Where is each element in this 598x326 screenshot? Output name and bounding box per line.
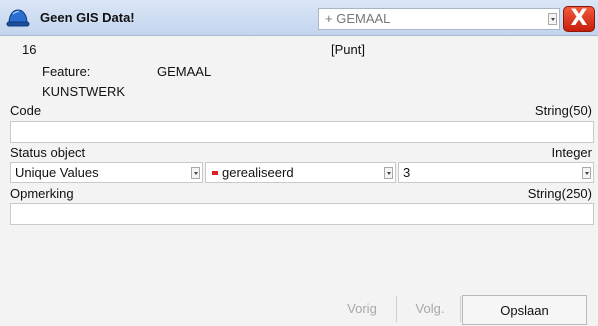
status-code-select[interactable]: 3 [398, 162, 594, 183]
geometry-type: [Punt] [331, 42, 365, 57]
save-button[interactable]: Opslaan [462, 295, 587, 325]
status-object-label: Status object [10, 145, 86, 160]
value-mode-value: Unique Values [15, 165, 99, 180]
hard-hat-icon [6, 9, 30, 27]
next-button[interactable]: Volg. [398, 294, 462, 324]
status-code-value: 3 [403, 165, 411, 180]
feature-subtype: KUNSTWERK [42, 84, 126, 99]
status-value-label: gerealiseerd [222, 165, 294, 180]
feature-type-value: + GEMAAL [325, 11, 391, 26]
opmerking-input[interactable] [10, 203, 594, 225]
code-input[interactable] [10, 121, 594, 143]
close-button[interactable]: X [563, 6, 595, 32]
feature-label: Feature: [42, 64, 91, 79]
chevron-down-icon[interactable] [548, 13, 557, 25]
status-object-type: Integer [551, 145, 592, 160]
feature-value: GEMAAL [157, 64, 212, 79]
window-title: Geen GIS Data! [40, 10, 135, 25]
status-value-select[interactable]: gerealiseerd [205, 162, 396, 183]
red-marker-icon [212, 170, 218, 175]
close-icon: X [570, 6, 588, 31]
code-label: Code [10, 103, 42, 118]
chevron-down-icon[interactable] [191, 167, 200, 179]
previous-button[interactable]: Vorig [330, 294, 394, 324]
title-bar: Geen GIS Data! + GEMAAL X [0, 0, 598, 36]
chevron-down-icon[interactable] [582, 167, 591, 179]
feature-type-select[interactable]: + GEMAAL [318, 8, 560, 30]
opmerking-type: String(250) [527, 186, 592, 201]
code-type: String(50) [534, 103, 592, 118]
value-mode-select[interactable]: Unique Values [10, 162, 203, 183]
record-id: 16 [22, 42, 37, 57]
opmerking-label: Opmerking [10, 186, 74, 201]
button-divider [460, 296, 461, 322]
chevron-down-icon[interactable] [384, 167, 393, 179]
button-divider [396, 296, 397, 322]
